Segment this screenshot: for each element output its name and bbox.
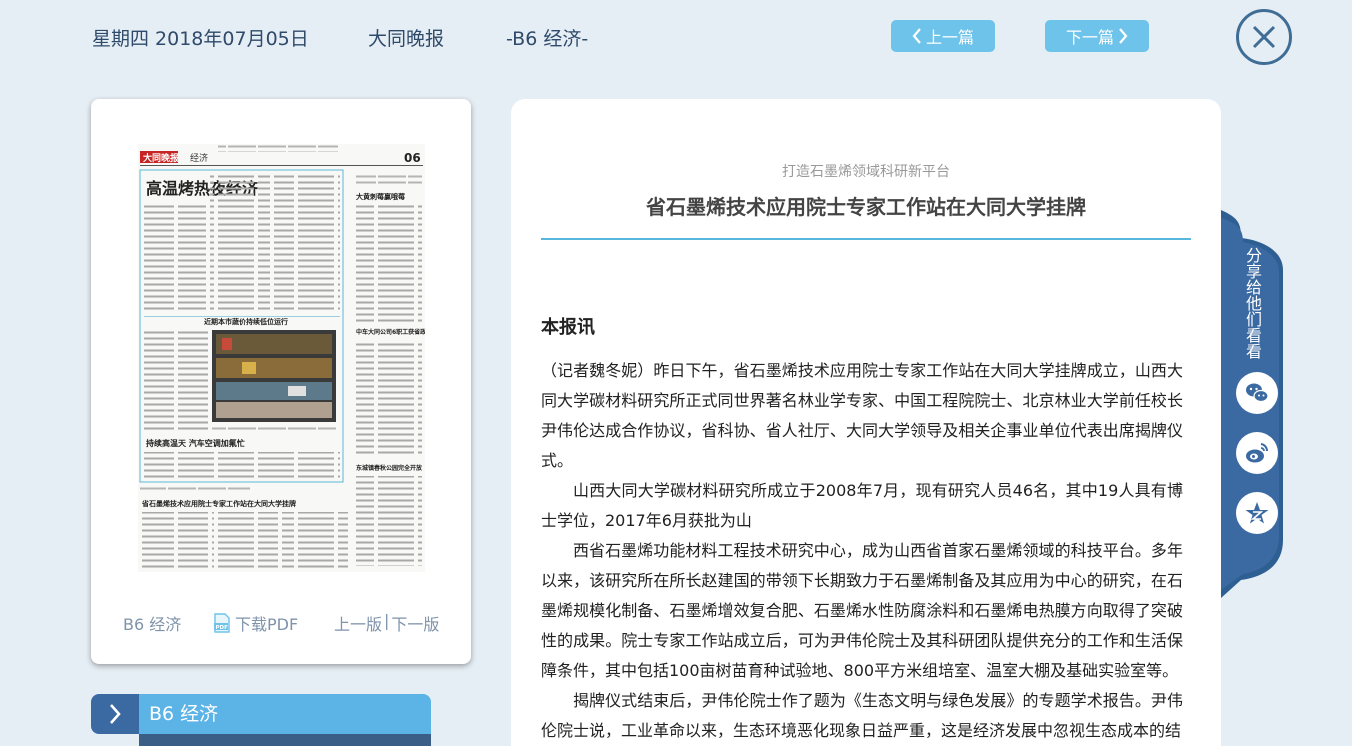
share-favorite-button[interactable] bbox=[1236, 492, 1278, 534]
share-sidebar: 分享给他们看看 bbox=[1221, 210, 1285, 598]
thumb-page-no: 06 bbox=[404, 151, 421, 165]
article-paragraph: （记者魏冬妮）昨日下午，省石墨烯技术应用院士专家工作站在大同大学挂牌成立，山西大… bbox=[541, 361, 1183, 470]
page-section-label: B6 经济 bbox=[123, 615, 182, 634]
article-title: 省石墨烯技术应用院士专家工作站在大同大学挂牌 bbox=[646, 195, 1086, 219]
favorite-icon bbox=[1245, 502, 1269, 524]
section-name: -B6 经济- bbox=[506, 28, 589, 50]
thumb-masthead: 大同晚报 bbox=[143, 152, 179, 164]
chevron-left-icon bbox=[912, 28, 921, 44]
chevron-right-icon bbox=[1119, 28, 1128, 44]
article-lead: 本报讯 bbox=[541, 317, 595, 338]
thumb-side-headline-1: 大黄刺莓赢哦莓 bbox=[356, 192, 405, 201]
paper-name: 大同晚报 bbox=[368, 28, 445, 50]
title-divider bbox=[541, 238, 1191, 240]
next-article-button[interactable]: 下一篇 bbox=[1045, 20, 1149, 52]
section-expand-button[interactable] bbox=[91, 694, 139, 734]
thumb-column: 经济 bbox=[190, 152, 208, 164]
wechat-icon bbox=[1246, 383, 1269, 403]
prev-article-button[interactable]: 上一篇 bbox=[891, 20, 995, 52]
thumb-headline-3: 持续高温天 汽车空调加氟忙 bbox=[146, 438, 245, 448]
thumb-side-headline-3: 东城镇春秋公园完全开放 bbox=[356, 464, 423, 472]
newspaper-page-card: 大同晚报 经济 06 高温烤热夜经济 近期本市蔬价持续低位运行 持续高温天 汽车… bbox=[91, 99, 471, 664]
page-nav: 上一版 | 下一版 bbox=[334, 611, 439, 635]
newspaper-page-thumbnail[interactable]: 大同晚报 经济 06 高温烤热夜经济 近期本市蔬价持续低位运行 持续高温天 汽车… bbox=[138, 144, 425, 572]
article-paragraph: 揭牌仪式结束后，尹伟伦院士作了题为《生态文明与绿色发展》的专题学术报告。尹伟伦院… bbox=[541, 691, 1183, 740]
share-wechat-button[interactable] bbox=[1236, 372, 1278, 414]
article-panel: 打造石墨烯领域科研新平台 省石墨烯技术应用院士专家工作站在大同大学挂牌 本报讯 … bbox=[511, 99, 1221, 746]
close-icon bbox=[1252, 25, 1276, 49]
section-list-edge bbox=[139, 734, 431, 746]
page-card-footer: B6 经济 PDF 下载PDF 上一版 | 下一版 bbox=[91, 609, 471, 639]
weibo-icon bbox=[1246, 443, 1269, 463]
svg-text:PDF: PDF bbox=[216, 625, 229, 631]
close-button[interactable] bbox=[1236, 9, 1292, 65]
download-pdf-link[interactable]: PDF 下载PDF bbox=[213, 611, 298, 635]
pdf-icon: PDF bbox=[214, 613, 230, 633]
thumb-headline-2: 近期本市蔬价持续低位运行 bbox=[204, 317, 288, 326]
share-weibo-button[interactable] bbox=[1236, 432, 1278, 474]
section-selector-label: B6 经济 bbox=[139, 694, 431, 734]
article-body: （记者魏冬妮）昨日下午，省石墨烯技术应用院士专家工作站在大同大学挂牌成立，山西大… bbox=[541, 356, 1183, 746]
prev-article-label: 上一篇 bbox=[925, 28, 974, 47]
thumb-headline-4: 省石墨烯技术应用院士专家工作站在大同大学挂牌 bbox=[141, 499, 296, 508]
share-label: 分享给他们看看 bbox=[1245, 246, 1262, 361]
article-kicker: 打造石墨烯领域科研新平台 bbox=[782, 164, 950, 180]
chevron-right-icon bbox=[110, 704, 121, 724]
thumb-side-headline-2: 中车大同公司6职工获省政府“大红包” bbox=[356, 328, 425, 336]
next-article-label: 下一篇 bbox=[1065, 28, 1114, 47]
article-paragraph: 西省石墨烯功能材料工程技术研究中心，成为山西省首家石墨烯领域的科技平台。多年以来… bbox=[541, 541, 1183, 680]
issue-date: 星期四 2018年07月05日 bbox=[92, 28, 309, 50]
newspaper-page-image: 大同晚报 经济 06 高温烤热夜经济 近期本市蔬价持续低位运行 持续高温天 汽车… bbox=[138, 144, 425, 572]
prev-page-link[interactable]: 上一版 bbox=[334, 611, 382, 635]
page-nav-separator: | bbox=[384, 611, 390, 630]
top-bar: 星期四 2018年07月05日 大同晚报 -B6 经济- 上一篇 下一篇 bbox=[0, 0, 1352, 80]
article-paragraph: 山西大同大学碳材料研究所成立于2008年7月，现有研究人员46名，其中19人具有… bbox=[541, 481, 1183, 530]
section-selector[interactable]: B6 经济 bbox=[91, 694, 431, 746]
download-pdf-label: 下载PDF bbox=[235, 615, 299, 634]
next-page-link[interactable]: 下一版 bbox=[391, 611, 439, 635]
